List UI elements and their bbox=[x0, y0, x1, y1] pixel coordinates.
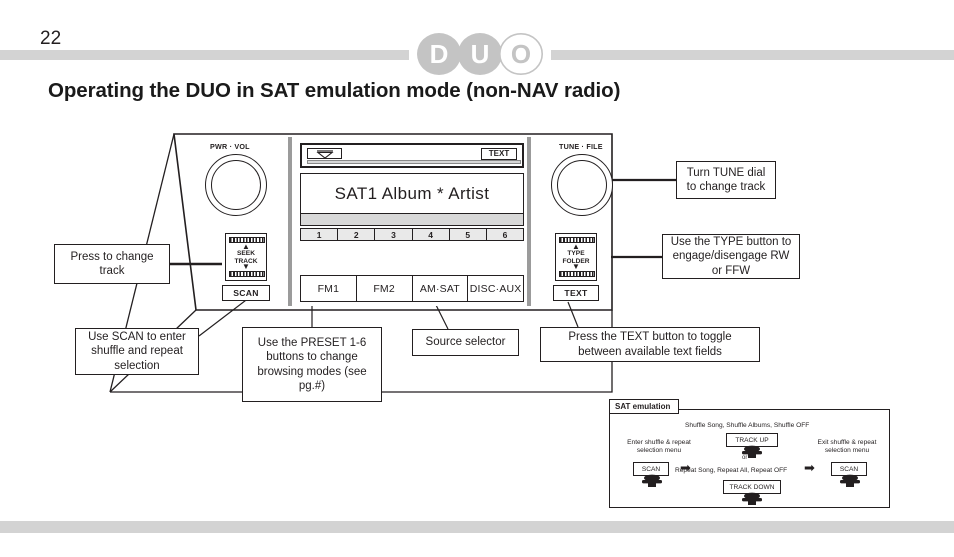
callout-text: Source selector bbox=[425, 336, 506, 349]
callout-source-selector: Source selector bbox=[412, 329, 519, 356]
manual-page: 22 D U O Operating the DUO in SAT emulat… bbox=[0, 0, 954, 557]
page-title: Operating the DUO in SAT emulation mode … bbox=[48, 79, 621, 102]
duo-logo: D U O bbox=[414, 32, 546, 76]
svg-text:U: U bbox=[471, 39, 490, 69]
radio-console: TEXT SAT1 Album * Artist 1 2 3 4 5 6 FM1… bbox=[288, 137, 531, 306]
callout-text: Press to change track bbox=[70, 250, 154, 278]
power-volume-knob-inner bbox=[211, 160, 261, 210]
preset-button-4[interactable]: 4 bbox=[411, 228, 449, 241]
preset-button-row: 1 2 3 4 5 6 bbox=[300, 228, 525, 241]
source-selector-row: FM1 FM2 AM·SAT DISC·AUX bbox=[300, 275, 524, 302]
pwr-vol-label: PWR · VOL bbox=[210, 142, 250, 151]
seek-label: SEEK bbox=[237, 250, 255, 257]
sat-exit-menu-label: Exit shuffle & repeat selection menu bbox=[817, 439, 877, 454]
lcd-status-strip bbox=[301, 213, 523, 225]
footer-rule bbox=[0, 521, 954, 533]
preset-button-2[interactable]: 2 bbox=[337, 228, 375, 241]
pressing-hand-icon-enter bbox=[642, 474, 662, 487]
source-button-fm2[interactable]: FM2 bbox=[357, 276, 413, 301]
sat-shuffle-options-text: Shuffle Song, Shuffle Albums, Shuffle OF… bbox=[685, 422, 810, 429]
lcd-display: SAT1 Album * Artist bbox=[300, 173, 524, 226]
rocker-grip-bottom-icon bbox=[229, 271, 265, 277]
source-button-am-sat[interactable]: AM·SAT bbox=[413, 276, 469, 301]
lcd-text: SAT1 Album * Artist bbox=[334, 184, 490, 203]
header-rule-left bbox=[0, 50, 409, 60]
tune-file-label: TUNE · FILE bbox=[559, 142, 603, 151]
sat-key-track-down[interactable]: TRACK DOWN bbox=[723, 480, 781, 494]
disc-slot bbox=[307, 159, 521, 164]
callout-text: Use the PRESET 1-6 buttons to change bro… bbox=[257, 336, 367, 393]
sat-key-scan-enter[interactable]: SCAN bbox=[633, 462, 669, 476]
callout-press-to-change-track: Press to change track bbox=[54, 244, 170, 284]
preset-button-5[interactable]: 5 bbox=[448, 228, 486, 241]
source-button-disc-aux[interactable]: DISC·AUX bbox=[468, 276, 523, 301]
sat-emulation-panel: SAT emulation Shuffle Song, Shuffle Albu… bbox=[609, 399, 890, 508]
callout-text: Press the TEXT button to toggle between … bbox=[568, 331, 732, 358]
seek-track-rocker[interactable]: ▲ SEEK TRACK ▼ bbox=[225, 233, 267, 281]
text-button[interactable]: TEXT bbox=[553, 285, 599, 301]
preset-button-3[interactable]: 3 bbox=[374, 228, 412, 241]
pressing-hand-icon-track-down bbox=[742, 492, 762, 505]
callout-turn-tune: Turn TUNE dial to change track bbox=[676, 161, 776, 199]
sat-key-track-up[interactable]: TRACK UP bbox=[726, 433, 778, 447]
callout-text: Use the TYPE button to engage/disengage … bbox=[670, 235, 792, 277]
tune-file-knob-inner bbox=[557, 160, 607, 210]
chevron-down-icon[interactable]: ▼ bbox=[556, 263, 596, 271]
callout-use-type: Use the TYPE button to engage/disengage … bbox=[662, 234, 800, 279]
chevron-down-icon[interactable]: ▼ bbox=[226, 263, 266, 271]
eject-icon[interactable] bbox=[307, 148, 342, 159]
arrow-right-icon: ➡ bbox=[804, 461, 815, 476]
sat-enter-menu-label: Enter shuffle & repeat selection menu bbox=[627, 439, 691, 454]
scan-button[interactable]: SCAN bbox=[222, 285, 270, 301]
sat-or-label: or bbox=[742, 455, 748, 461]
radio-faceplate: PWR · VOL TUNE · FILE ▲ SEEK TRACK ▼ SCA… bbox=[170, 133, 615, 310]
sat-key-scan-exit[interactable]: SCAN bbox=[831, 462, 867, 476]
sat-emulation-tab-label: SAT emulation bbox=[609, 399, 679, 414]
sat-repeat-options-text: Repeat Song, Repeat All, Repeat OFF bbox=[675, 467, 788, 474]
preset-button-1[interactable]: 1 bbox=[300, 228, 338, 241]
svg-text:O: O bbox=[511, 39, 531, 69]
pressing-hand-icon-exit bbox=[840, 474, 860, 487]
source-button-fm1[interactable]: FM1 bbox=[301, 276, 357, 301]
preset-button-6[interactable]: 6 bbox=[485, 228, 525, 241]
callout-press-text: Press the TEXT button to toggle between … bbox=[540, 327, 760, 362]
type-folder-rocker[interactable]: ▲ TYPE FOLDER ▼ bbox=[555, 233, 597, 281]
type-label: TYPE bbox=[567, 250, 585, 257]
header-rule-right bbox=[551, 50, 954, 60]
callout-use-preset: Use the PRESET 1-6 buttons to change bro… bbox=[242, 327, 382, 402]
disc-slot-row: TEXT bbox=[300, 143, 524, 168]
callout-use-scan: Use SCAN to enter shuffle and repeat sel… bbox=[75, 328, 199, 375]
text-display-chip[interactable]: TEXT bbox=[481, 147, 517, 160]
rocker-grip-bottom-icon bbox=[559, 271, 595, 277]
arrow-right-icon: ➡ bbox=[680, 461, 691, 476]
page-number: 22 bbox=[40, 28, 62, 49]
callout-text: Use SCAN to enter shuffle and repeat sel… bbox=[88, 330, 186, 372]
svg-text:D: D bbox=[430, 39, 449, 69]
callout-text: Turn TUNE dial to change track bbox=[686, 166, 766, 194]
